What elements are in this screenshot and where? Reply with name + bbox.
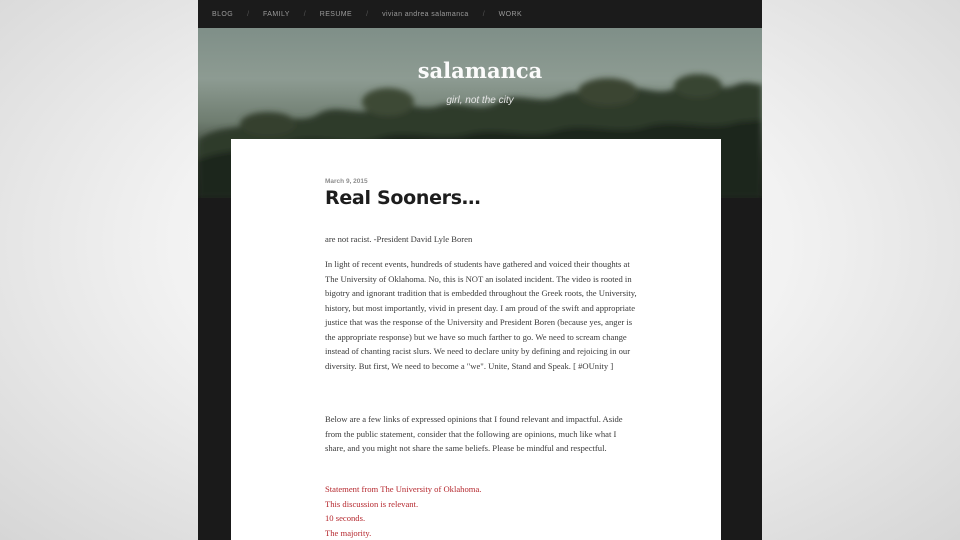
post-card: March 9, 2015 Real Sooners… are not raci… bbox=[231, 139, 721, 540]
nav-item-work[interactable]: WORK bbox=[499, 11, 522, 18]
nav-separator: / bbox=[366, 10, 369, 18]
post-date[interactable]: March 9, 2015 bbox=[325, 178, 368, 185]
post-link[interactable]: The majority. bbox=[325, 526, 481, 540]
post-title[interactable]: Real Sooners… bbox=[325, 187, 481, 209]
nav-item-family[interactable]: FAMILY bbox=[263, 11, 290, 18]
nav-separator: / bbox=[482, 10, 485, 18]
nav-separator: / bbox=[303, 10, 306, 18]
site-tagline: girl, not the city bbox=[446, 95, 514, 106]
page-frame: BLOG / FAMILY / RESUME / vivian andrea s… bbox=[198, 0, 762, 540]
nav-item-vivian[interactable]: vivian andrea salamanca bbox=[382, 11, 469, 18]
post-paragraph-2: Below are a few links of expressed opini… bbox=[325, 414, 623, 453]
nav-item-blog[interactable]: BLOG bbox=[212, 11, 233, 18]
post-link[interactable]: This discussion is relevant. bbox=[325, 497, 481, 512]
post-quote: are not racist. -President David Lyle Bo… bbox=[325, 234, 473, 244]
post-links-list: Statement from The University of Oklahom… bbox=[325, 482, 481, 540]
post-paragraph-1: In light of recent events, hundreds of s… bbox=[325, 259, 637, 371]
nav-separator: / bbox=[247, 10, 250, 18]
post-link[interactable]: Statement from The University of Oklahom… bbox=[325, 482, 481, 497]
nav-item-resume[interactable]: RESUME bbox=[320, 11, 352, 18]
site-title[interactable]: salamanca bbox=[198, 58, 762, 83]
post-link[interactable]: 10 seconds. bbox=[325, 511, 481, 526]
top-navigation: BLOG / FAMILY / RESUME / vivian andrea s… bbox=[198, 0, 762, 28]
